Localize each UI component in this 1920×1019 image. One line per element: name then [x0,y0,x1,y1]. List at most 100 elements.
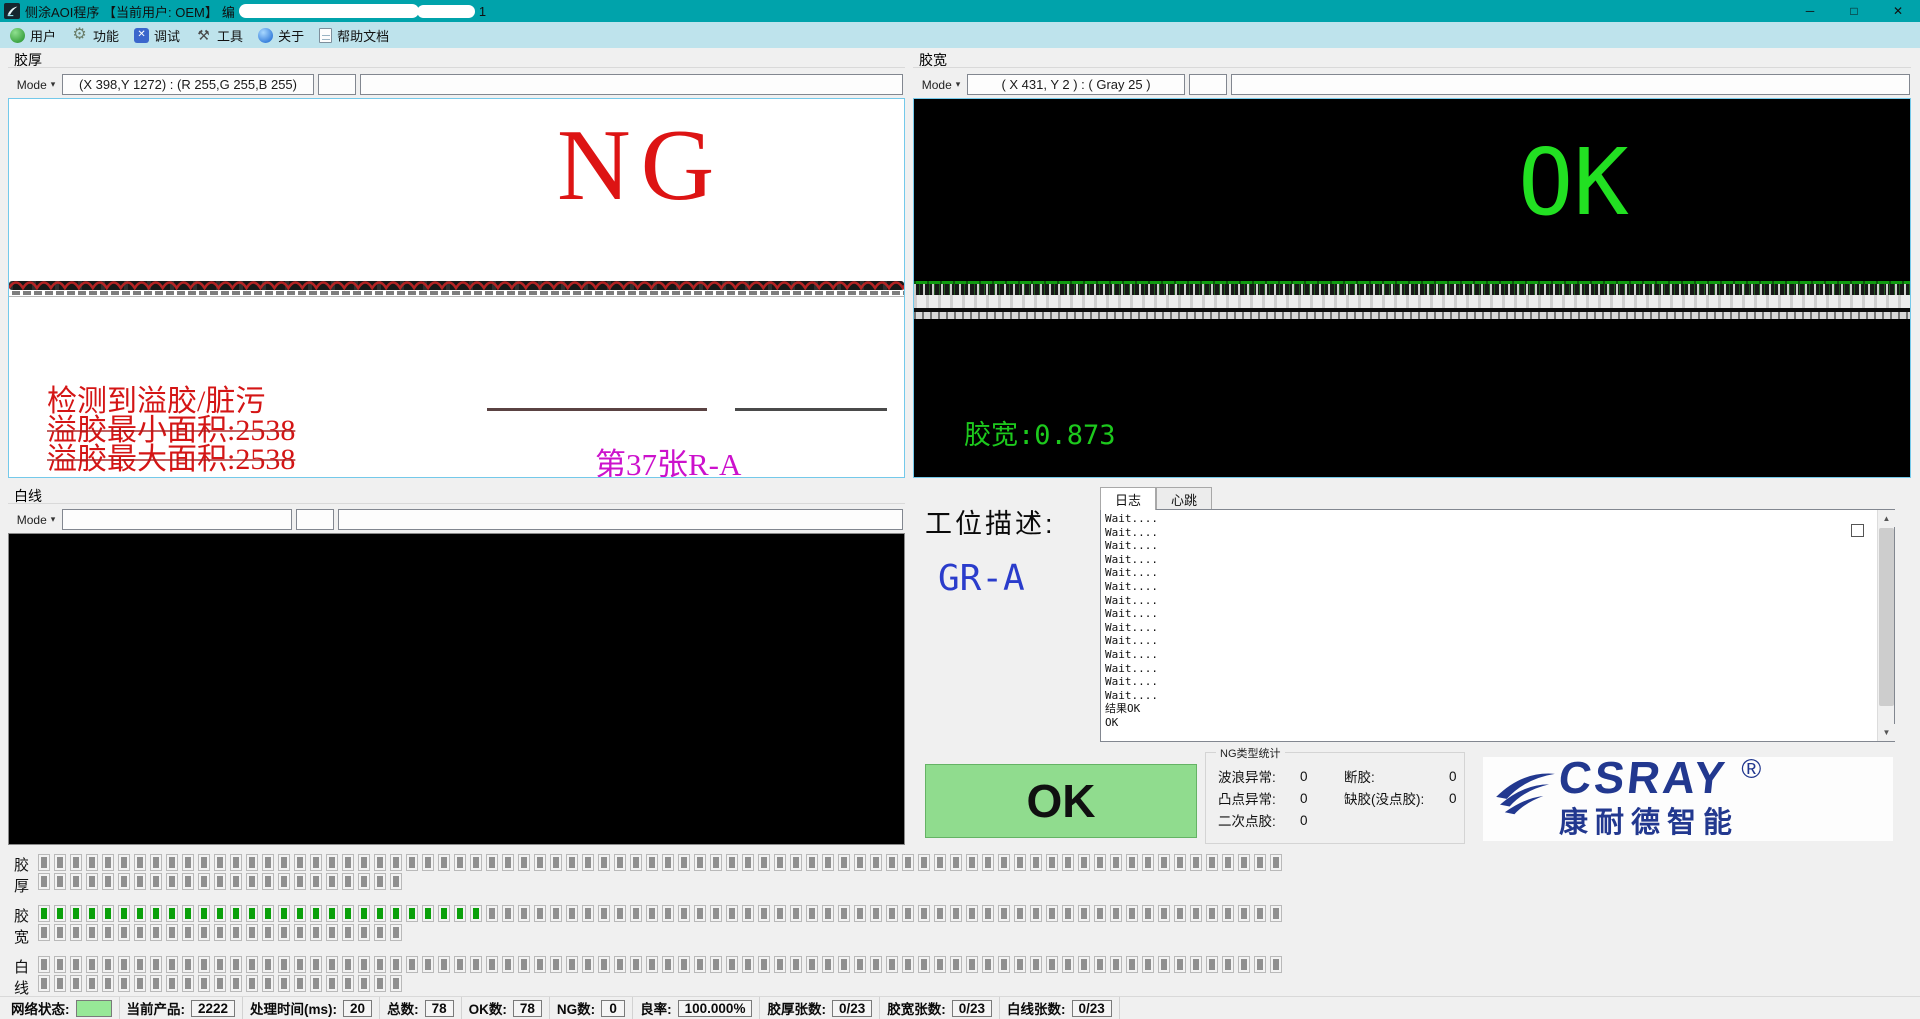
frame-indicator-cell [278,854,290,871]
status-item-value: 0/23 [1072,1000,1112,1017]
window-title-text: 侧涂AOI程序 【当前用户: OEM】 [25,2,218,21]
frame-indicator-cell [1110,905,1122,922]
frame-indicator-cell [1222,854,1234,871]
frame-indicator-cell [262,873,274,890]
scan-dark-band [914,284,1910,295]
frame-indicator-cell [822,905,834,922]
frame-indicator-cell [182,873,194,890]
aux-field-5[interactable] [296,509,334,530]
maximize-button[interactable]: □ [1832,0,1876,22]
log-scrollbar[interactable]: ▲ ▼ [1877,510,1894,741]
close-button[interactable]: ✕ [1876,0,1920,22]
ng-stat-row: 断胶:0 [1344,765,1457,787]
frame-indicator-cell [86,873,98,890]
frame-indicator-cell [582,854,594,871]
status-item-label: 当前产品: [127,998,186,1018]
frame-indicator-cell [118,924,130,941]
scroll-down-icon[interactable]: ▼ [1878,724,1895,741]
frame-indicator-cell [246,873,258,890]
aux-field-2[interactable] [360,74,903,95]
mode-dropdown-white-line[interactable]: Mode▾ [13,509,59,530]
status-item: 当前产品:2222 [120,997,244,1019]
indicator-rows [38,905,1286,947]
frame-indicator-cell [982,956,994,973]
indicator-row-short [38,975,1286,992]
frame-indicator-cell [678,905,690,922]
log-checkbox[interactable] [1851,524,1864,537]
defect-annotation-line2: 溢胶最小面积:2538 [47,416,295,445]
aux-field-3[interactable] [1189,74,1227,95]
menu-item-user[interactable]: 用户 [4,24,65,47]
frame-indicator-cell [854,956,866,973]
status-item-label: 胶宽张数: [887,998,946,1018]
frame-indicator-cell [1190,905,1202,922]
frame-indicator-cell [182,956,194,973]
frame-indicator-cell [262,956,274,973]
frame-indicator-cell [806,956,818,973]
frame-indicator-cell [118,873,130,890]
menu-item-func[interactable]: ⚙功能 [65,24,128,47]
scan-white-band [914,295,1910,308]
frame-indicator-cell [1078,854,1090,871]
menu-item-tools[interactable]: ⚒工具 [189,24,252,47]
separator [8,503,905,504]
log-output[interactable]: Wait.... Wait.... Wait.... Wait.... Wait… [1100,509,1895,742]
frame-indicator-cell [214,873,226,890]
frame-indicator-cell [870,854,882,871]
frame-indicator-cell [598,854,610,871]
tab-log[interactable]: 日志 [1100,487,1156,510]
frame-indicator-cell [1014,905,1026,922]
frame-indicator-cell [598,956,610,973]
frame-indicator-cell [102,956,114,973]
aux-field-1[interactable] [318,74,356,95]
frame-indicator-cell [326,854,338,871]
minimize-button[interactable]: ─ [1788,0,1832,22]
frame-indicator-cell [70,975,82,992]
image-view-glue-thickness[interactable]: NG 检测到溢胶/脏污 溢胶最小面积:2538 溢胶最大面积:2538 第37张… [8,98,905,478]
frame-indicator-cell [806,905,818,922]
frame-indicator-cell [854,854,866,871]
ng-stats-groupbox: NG类型统计 波浪异常:0凸点异常:0二次点胶:0 断胶:0缺胶(没点胶):0 [1205,752,1465,844]
menu-item-help[interactable]: 帮助文档 [313,24,398,47]
tab-heartbeat[interactable]: 心跳 [1156,487,1212,510]
scan-gray-band [914,312,1910,319]
frame-indicator-cell [38,975,50,992]
menu-item-debug[interactable]: ✕调试 [128,24,189,47]
menu-item-label: 关于 [278,26,304,45]
image-view-glue-width[interactable]: OK 胶宽:0.873 [913,98,1911,478]
indicator-row-long [38,956,1286,973]
ng-stat-value: 0 [1449,769,1457,784]
aux-field-6[interactable] [338,509,903,530]
pixel-coords-glue-thickness[interactable]: (X 398,Y 1272) : (R 255,G 255,B 255) [62,74,314,95]
aux-field-4[interactable] [1231,74,1910,95]
frame-indicator-cell [230,873,242,890]
pixel-coords-glue-width[interactable]: ( X 431, Y 2 ) : ( Gray 25 ) [967,74,1185,95]
pixel-coords-white-line[interactable] [62,509,292,530]
frame-indicator-cell [1078,905,1090,922]
scrollbar-thumb[interactable] [1879,528,1894,706]
frame-indicator-cell [102,905,114,922]
frame-indicator-cell [518,854,530,871]
frame-indicator-cell [70,873,82,890]
image-view-white-line[interactable] [8,533,905,845]
brand-logo: CSRAY ® 康耐德智能 [1483,757,1893,841]
frame-indicator-cell [374,905,386,922]
menu-item-about[interactable]: 关于 [252,24,313,47]
frame-indicator-cell [438,905,450,922]
frame-indicator-cell [54,854,66,871]
scroll-up-icon[interactable]: ▲ [1878,510,1895,527]
separator [8,67,905,68]
frame-indicator-cell [1014,956,1026,973]
frame-indicator-cell [1206,956,1218,973]
indicator-group-胶厚: 胶厚 [0,854,1920,896]
mode-dropdown-glue-width[interactable]: Mode▾ [918,74,964,95]
frame-indicator-cell [454,854,466,871]
mode-dropdown-glue-thickness[interactable]: Mode▾ [13,74,59,95]
result-ok-button[interactable]: OK [925,764,1197,838]
ng-stat-row: 缺胶(没点胶):0 [1344,787,1457,809]
frame-indicator-cell [454,956,466,973]
frame-indicator-cell [38,924,50,941]
frame-indicator-cell [1126,905,1138,922]
frame-indicator-area: 胶厚胶宽白线 [0,854,1920,1007]
frame-indicator-cell [486,905,498,922]
